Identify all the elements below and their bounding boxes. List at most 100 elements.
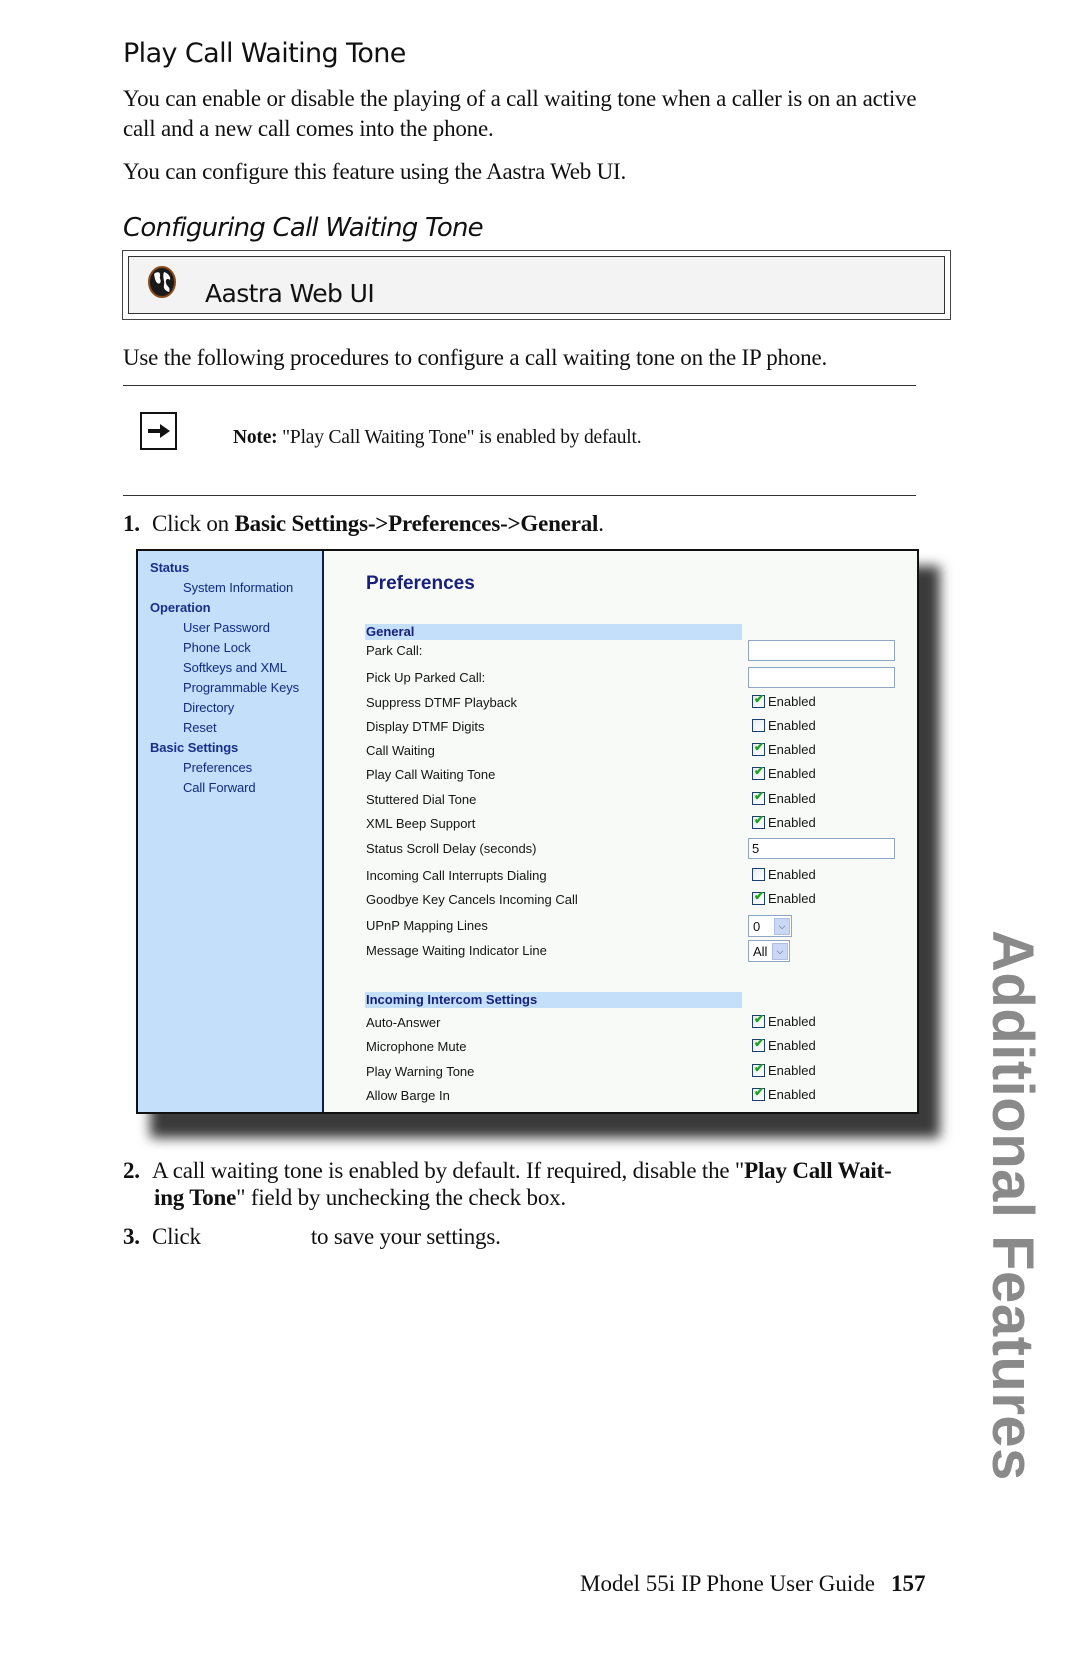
note-divider-bottom — [123, 495, 916, 496]
checkbox-label: Enabled — [768, 742, 816, 757]
chevron-down-icon[interactable]: ⌵ — [772, 942, 788, 960]
checkbox-label: Enabled — [768, 694, 816, 709]
field-label: Play Warning Tone — [366, 1064, 475, 1079]
checkbox-checked[interactable]: ✔ — [752, 813, 765, 829]
field-label: Goodbye Key Cancels Incoming Call — [366, 892, 578, 907]
field-label: Play Call Waiting Tone — [366, 767, 496, 782]
enabled-checkbox[interactable]: ✔ Enabled — [752, 813, 816, 830]
enabled-checkbox[interactable]: ✔ Enabled — [752, 740, 816, 757]
enabled-checkbox[interactable]: ✔ Enabled — [752, 1036, 816, 1053]
group-header: Incoming Intercom Settings — [365, 992, 742, 1008]
field-name: ing Tone — [154, 1185, 237, 1210]
field-label: Status Scroll Delay (seconds) — [366, 841, 537, 856]
checkmark-icon: ✔ — [754, 813, 765, 827]
field-label: Park Call: — [366, 643, 423, 658]
checkbox-unchecked[interactable] — [752, 868, 765, 881]
preferences-panel: Preferences General Park Call: Pick Up Par… — [324, 551, 917, 1112]
chevron-down-icon[interactable]: ⌵ — [774, 917, 790, 935]
field-name: Play Call Wait- — [744, 1158, 892, 1183]
dropdown-select[interactable]: All ⌵ — [748, 940, 790, 962]
enabled-checkbox[interactable]: ✔ Enabled — [752, 692, 816, 709]
sidebar-item[interactable]: Directory — [183, 700, 234, 715]
sidebar-item[interactable]: User Password — [183, 620, 270, 635]
field-label: Stuttered Dial Tone — [366, 792, 477, 807]
checkbox-checked[interactable]: ✔ — [752, 789, 765, 805]
field-label: Incoming Call Interrupts Dialing — [366, 868, 547, 883]
step-text: " field by unchecking the check box. — [236, 1185, 566, 1210]
checkbox-checked[interactable]: ✔ — [752, 1061, 765, 1077]
step-text: Click on — [152, 511, 235, 536]
subsection-heading: Configuring Call Waiting Tone — [123, 213, 484, 243]
step-text: Click — [152, 1224, 201, 1249]
checkmark-icon: ✔ — [754, 1036, 765, 1050]
step-2: 2. A call waiting tone is enabled by defa… — [123, 1157, 953, 1211]
note: Note: "Play Call Waiting Tone" is enable… — [233, 427, 642, 449]
procedure-intro: Use the following procedures to configur… — [123, 345, 828, 370]
text-input[interactable]: 5 — [748, 838, 895, 859]
checkbox-label: Enabled — [768, 1014, 816, 1029]
sidebar-item[interactable]: Preferences — [183, 760, 252, 775]
checkbox-label: Enabled — [768, 791, 816, 806]
method-box: Aastra Web UI — [122, 250, 951, 320]
select-value: All — [753, 943, 768, 959]
sidebar-item[interactable]: Call Forward — [183, 780, 256, 795]
page-title: Preferences — [366, 573, 475, 594]
enabled-checkbox[interactable]: Enabled — [752, 867, 816, 882]
checkmark-icon: ✔ — [754, 889, 765, 903]
checkmark-icon: ✔ — [754, 1085, 765, 1099]
checkbox-label: Enabled — [768, 1087, 816, 1102]
method-box-inner: Aastra Web UI — [128, 256, 945, 314]
checkbox-checked[interactable]: ✔ — [752, 1085, 765, 1101]
field-label: Microphone Mute — [366, 1039, 467, 1054]
enabled-checkbox[interactable]: ✔ Enabled — [752, 889, 816, 906]
sidebar-item[interactable]: Phone Lock — [183, 640, 251, 655]
checkmark-icon: ✔ — [754, 764, 765, 778]
checkmark-icon: ✔ — [754, 740, 765, 754]
sidebar-section[interactable]: Status — [150, 560, 189, 575]
field-label: Message Waiting Indicator Line — [366, 943, 547, 958]
checkbox-checked[interactable]: ✔ — [752, 692, 765, 708]
checkbox-unchecked[interactable] — [752, 719, 765, 732]
menu-path: Basic Settings->Preferences->General — [234, 511, 599, 536]
sidebar-item[interactable]: System Information — [183, 580, 293, 595]
step-1: 1. Click on Basic Settings->Preferences->… — [123, 510, 953, 537]
enabled-checkbox[interactable]: ✔ Enabled — [752, 1061, 816, 1078]
intro-paragraph: You can enable or disable the playing of… — [123, 86, 917, 141]
section-title: Play Call Waiting Tone — [123, 38, 406, 69]
method-label: Aastra Web UI — [205, 279, 375, 308]
checkbox-label: Enabled — [768, 766, 816, 781]
checkbox-checked[interactable]: ✔ — [752, 1012, 765, 1028]
checkbox-checked[interactable]: ✔ — [752, 889, 765, 905]
dropdown-select[interactable]: 0 ⌵ — [748, 915, 792, 937]
page-footer: Model 55i IP Phone User Guide 157 — [580, 1571, 925, 1597]
enabled-checkbox[interactable]: ✔ Enabled — [752, 789, 816, 806]
checkbox-label: Enabled — [768, 815, 816, 830]
field-label: Suppress DTMF Playback — [366, 695, 517, 710]
sidebar-item[interactable]: Softkeys and XML — [183, 660, 287, 675]
field-label: Auto-Answer — [366, 1015, 441, 1030]
sidebar-section[interactable]: Operation — [150, 600, 211, 615]
enabled-checkbox[interactable]: ✔ Enabled — [752, 1012, 816, 1029]
note-label: Note: — [233, 427, 278, 448]
step-number: 3. — [123, 1224, 140, 1249]
step-number: 2. — [123, 1158, 140, 1183]
sidebar-item[interactable]: Reset — [183, 720, 217, 735]
checkbox-checked[interactable]: ✔ — [752, 740, 765, 756]
note-divider-top — [123, 385, 916, 386]
checkmark-icon: ✔ — [754, 789, 765, 803]
checkbox-label: Enabled — [768, 1063, 816, 1078]
enabled-checkbox[interactable]: ✔ Enabled — [752, 1085, 816, 1102]
sidebar-section[interactable]: Basic Settings — [150, 740, 238, 755]
checkbox-checked[interactable]: ✔ — [752, 764, 765, 780]
checkbox-checked[interactable]: ✔ — [752, 1036, 765, 1052]
web-ui-screenshot: Status System Information Operation User Pa… — [136, 549, 919, 1114]
checkbox-label: Enabled — [768, 1038, 816, 1053]
text-input[interactable] — [748, 640, 895, 661]
checkbox-label: Enabled — [768, 718, 816, 733]
sidebar-nav: Status System Information Operation User Pa… — [138, 551, 324, 1112]
text-input[interactable] — [748, 667, 895, 688]
step-text: . — [598, 511, 604, 536]
sidebar-item[interactable]: Programmable Keys — [183, 680, 299, 695]
enabled-checkbox[interactable]: Enabled — [752, 718, 816, 733]
enabled-checkbox[interactable]: ✔ Enabled — [752, 764, 816, 781]
